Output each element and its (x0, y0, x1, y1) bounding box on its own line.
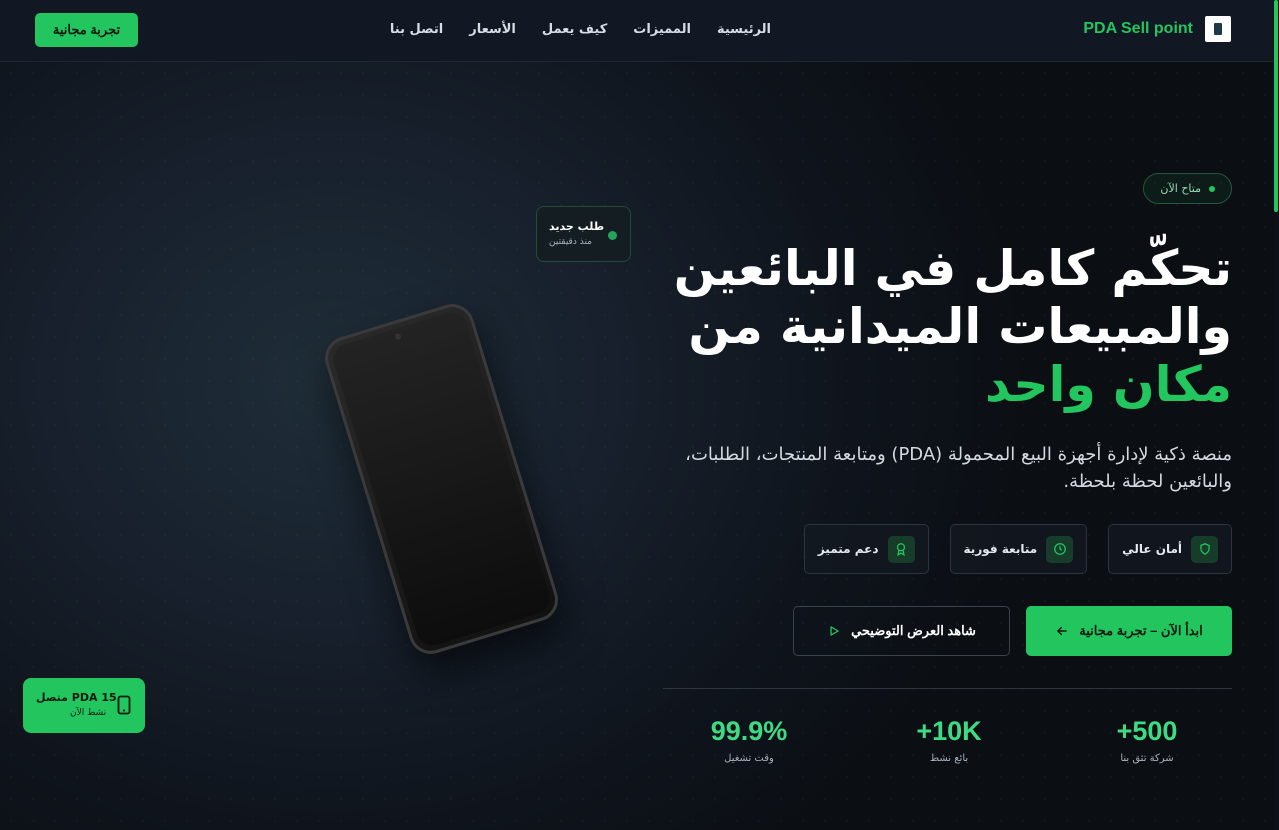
start-free-trial-label: ابدأ الآن – تجربة مجانية (1079, 623, 1203, 638)
headline-line-1: تحكّم كامل في البائعين (673, 240, 1232, 297)
stat-sellers-label: بائع نشط (929, 753, 969, 764)
watch-demo-label: شاهد العرض التوضيحي (851, 623, 976, 638)
status-badge-label: متاح الآن (1160, 182, 1201, 195)
nav-link-features[interactable]: المميزات (633, 22, 691, 37)
nav-links: الرئيسية المميزات كيف يعمل الأسعار اتصل … (390, 22, 771, 37)
brand-logo (1205, 16, 1231, 42)
feature-realtime: متابعة فورية (949, 524, 1088, 574)
top-navbar: PDA Sell point الرئيسية المميزات كيف يعم… (0, 0, 1273, 62)
watch-demo-button[interactable]: شاهد العرض التوضيحي (793, 606, 1010, 656)
nav-link-pricing[interactable]: الأسعار (469, 22, 516, 37)
stat-sellers: +10K بائع نشط (859, 716, 1039, 764)
stat-companies-label: شركة تثق بنا (1120, 753, 1174, 764)
award-icon (887, 535, 915, 563)
nav-link-contact[interactable]: اتصل بنا (390, 22, 443, 37)
start-free-trial-button[interactable]: ابدأ الآن – تجربة مجانية (1026, 606, 1232, 656)
stat-companies-value: +500 (1116, 716, 1178, 746)
phone-illustration (298, 283, 592, 676)
feature-realtime-label: متابعة فورية (963, 542, 1038, 556)
new-order-time: منذ دقيقتين (549, 237, 592, 247)
nav-link-how-it-works[interactable]: كيف يعمل (542, 22, 607, 37)
scrollbar[interactable] (1273, 0, 1279, 830)
play-icon (830, 626, 839, 636)
brand-name: PDA Sell point (1083, 20, 1193, 37)
hero-headline: تحكّم كامل في البائعين والمبيعات الميدان… (632, 240, 1232, 414)
new-order-card: طلب جديد منذ دقيقتين (536, 206, 631, 262)
device-icon (117, 695, 131, 719)
stats-divider (663, 688, 1232, 689)
feature-security: أمان عالي (1108, 524, 1232, 574)
shield-icon (1191, 535, 1218, 563)
hero-actions: ابدأ الآن – تجربة مجانية شاهد العرض التو… (793, 606, 1232, 656)
free-trial-button[interactable]: تجربة مجانية (35, 13, 138, 47)
feature-support: دعم متميز (803, 524, 929, 574)
brand[interactable]: PDA Sell point (1083, 16, 1231, 42)
hero-subtitle: منصة ذكية لإدارة أجهزة البيع المحمولة (P… (685, 444, 1232, 492)
pda-connected-title: PDA 15 متصل (36, 691, 117, 704)
feature-security-label: أمان عالي (1122, 542, 1182, 556)
phone-device (319, 298, 564, 660)
status-dot-icon (1209, 185, 1215, 192)
stat-uptime-label: وقت تشغيل (724, 753, 774, 764)
stat-uptime: 99.9% وقت تشغيل (659, 716, 839, 764)
stat-sellers-value: +10K (916, 716, 982, 746)
stat-companies: +500 شركة تثق بنا (1057, 716, 1237, 764)
stat-uptime-value: 99.9% (710, 716, 788, 746)
phone-screen (329, 308, 554, 650)
nav-link-home[interactable]: الرئيسية (717, 22, 771, 37)
headline-line-3: مكان واحد (985, 356, 1232, 413)
feature-chips: أمان عالي متابعة فورية دعم متميز (803, 524, 1232, 574)
arrow-left-icon (1057, 626, 1068, 636)
new-order-title: طلب جديد (549, 220, 605, 233)
pda-connected-status: نشط الآن (70, 708, 107, 718)
status-badge: متاح الآن (1143, 173, 1232, 204)
feature-support-label: دعم متميز (817, 542, 879, 556)
headline-line-2: والمبيعات الميدانية من (688, 298, 1232, 355)
scrollbar-thumb[interactable] (1274, 0, 1278, 212)
pda-connected-card: PDA 15 متصل نشط الآن (23, 678, 145, 733)
clock-icon (1046, 535, 1074, 563)
